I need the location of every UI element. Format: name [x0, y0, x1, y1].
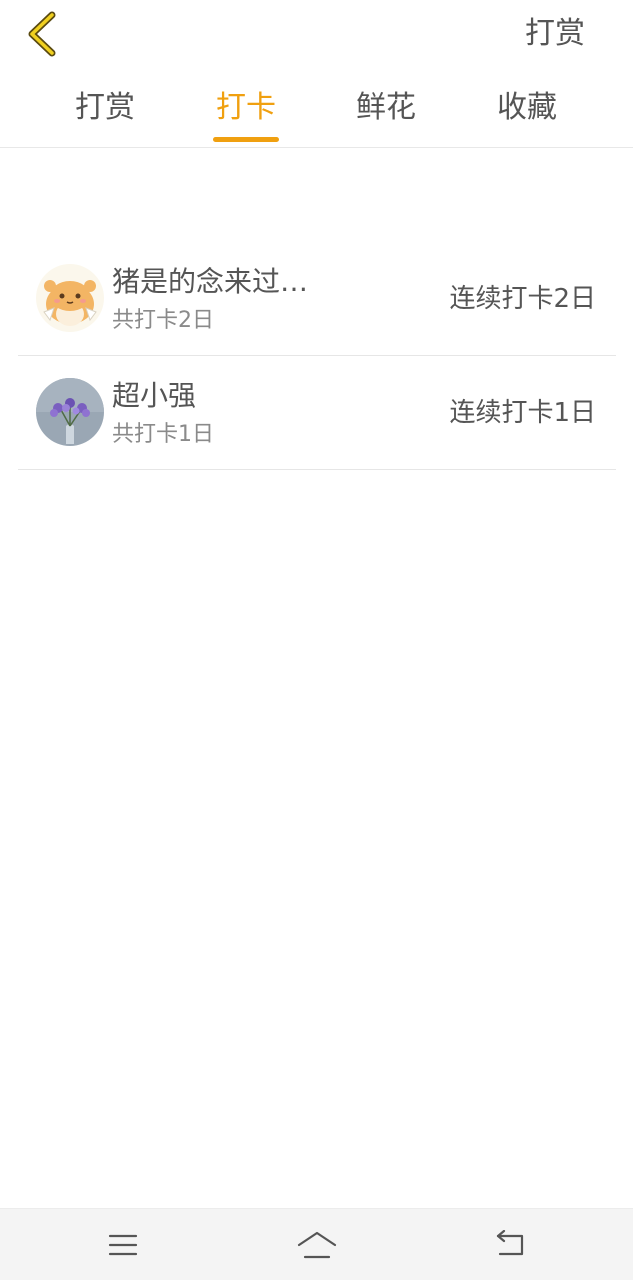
app-screen: 打赏 打赏 打卡 鲜花 收藏 猪是的念来过… 共打卡2日 连续打卡2日 超小强 …	[0, 0, 633, 1280]
tab-label: 打卡	[216, 90, 276, 125]
back-button[interactable]	[18, 8, 66, 60]
menu-icon	[108, 1234, 138, 1256]
list-item[interactable]: 猪是的念来过… 共打卡2日 连续打卡2日	[18, 242, 616, 356]
list-item[interactable]: 超小强 共打卡1日 连续打卡1日	[18, 356, 616, 470]
tab-bar: 打赏 打卡 鲜花 收藏	[0, 72, 633, 148]
streak-label: 连续打卡2日	[449, 284, 596, 314]
tab-favorites[interactable]: 收藏	[472, 86, 582, 146]
back-nav-button[interactable]	[488, 1225, 532, 1265]
home-button[interactable]	[295, 1225, 339, 1265]
tab-label: 收藏	[497, 90, 557, 125]
total-checkins: 共打卡1日	[112, 422, 214, 447]
header: 打赏	[0, 0, 633, 70]
user-name: 猪是的念来过…	[112, 265, 309, 298]
checkin-list: 猪是的念来过… 共打卡2日 连续打卡2日 超小强 共打卡1日 连续打卡1日	[18, 242, 616, 470]
system-nav-bar	[0, 1208, 633, 1280]
tab-checkin[interactable]: 打卡	[191, 86, 301, 146]
back-arrow-icon	[496, 1230, 524, 1256]
hamster-avatar	[36, 264, 104, 332]
chevron-left-icon	[28, 11, 56, 57]
user-name: 超小强	[112, 379, 197, 412]
header-reward-button[interactable]: 打赏	[525, 14, 585, 54]
tab-reward[interactable]: 打赏	[50, 86, 160, 146]
home-icon	[297, 1231, 337, 1259]
menu-button[interactable]	[101, 1225, 145, 1265]
flower-avatar	[36, 378, 104, 446]
streak-label: 连续打卡1日	[449, 398, 596, 428]
tab-label: 鲜花	[356, 90, 416, 125]
active-tab-indicator	[213, 137, 279, 142]
total-checkins: 共打卡2日	[112, 308, 214, 333]
tab-flowers[interactable]: 鲜花	[331, 86, 441, 146]
tab-label: 打赏	[75, 90, 135, 125]
